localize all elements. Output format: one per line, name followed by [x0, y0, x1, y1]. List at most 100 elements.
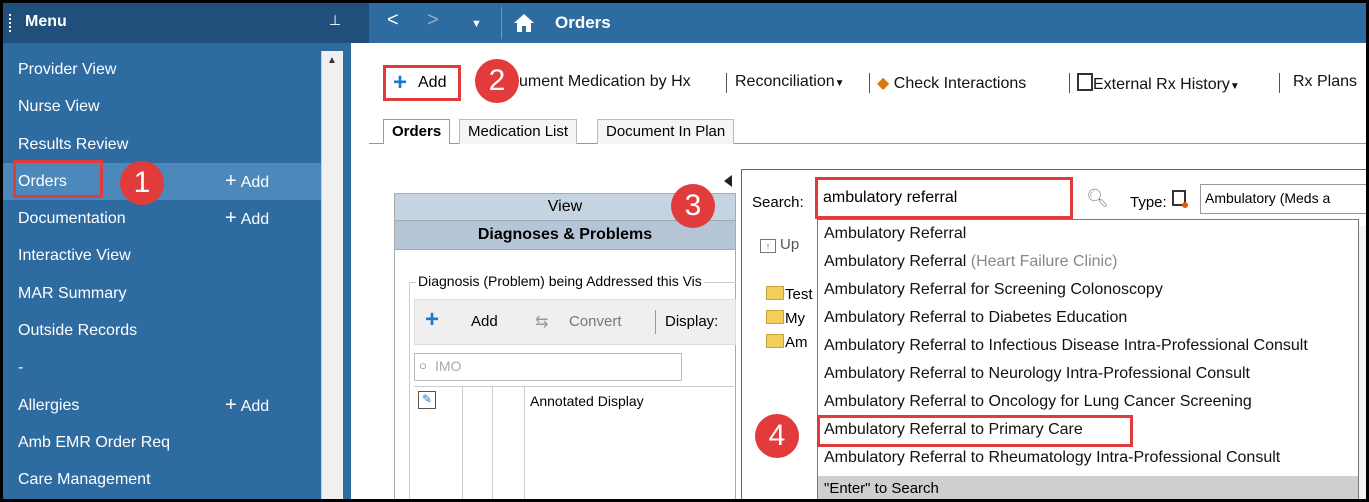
sidebar-item-provider-view[interactable]: Provider View — [3, 51, 321, 88]
folder-up-label: Up — [780, 236, 800, 253]
tab-document-in-plan[interactable]: Document In Plan — [597, 119, 735, 144]
step-badge-3: 3 — [671, 184, 715, 228]
diagnosis-toolbar: + Add ⇆ Convert Display: — [414, 299, 736, 345]
collapse-arrow-icon[interactable] — [724, 175, 732, 187]
folder-label: Test — [785, 286, 813, 303]
imo-placeholder: IMO — [435, 358, 462, 374]
convert-icon: ⇆ — [535, 314, 549, 331]
history-dropdown-icon[interactable]: ▼ — [471, 18, 482, 30]
suggestion-text: Ambulatory Referral for Screening Colono… — [824, 281, 1163, 298]
sidebar-item-allergies[interactable]: Allergies + Add — [3, 387, 321, 424]
add-label: Add — [240, 211, 270, 229]
page-title: Orders — [555, 13, 611, 32]
add-order-label: Add — [418, 74, 447, 91]
sidebar-item-label: Care Management — [18, 471, 151, 489]
divider — [492, 387, 493, 499]
reconciliation-button[interactable]: Reconciliation▼ — [735, 73, 845, 91]
plus-icon: + — [225, 393, 237, 416]
sidebar-item-separator: - — [3, 349, 321, 386]
convert-button[interactable]: Convert — [569, 313, 622, 330]
sidebar-item-label: Nurse View — [18, 98, 100, 116]
search-label: Search: — [752, 194, 804, 211]
divider — [1069, 73, 1070, 93]
plus-icon: + — [393, 69, 408, 96]
diagnosis-group-label: Diagnosis (Problem) being Addressed this… — [416, 273, 704, 289]
folder-icon — [766, 334, 784, 348]
top-bar: < > ▼ Orders — [369, 3, 1366, 43]
search-highlight — [815, 177, 1073, 219]
orders-add-link[interactable]: + Add — [225, 163, 269, 201]
suggestion-item[interactable]: Ambulatory Referral to Infectious Diseas… — [824, 337, 1308, 355]
reconciliation-label: Reconciliation — [735, 73, 835, 90]
divider — [869, 73, 870, 93]
folder-item[interactable]: Am — [766, 334, 808, 351]
folder-item[interactable]: Test — [766, 286, 813, 303]
folder-item[interactable]: My — [766, 310, 805, 327]
sidebar-scrollbar[interactable]: ▲ — [321, 51, 344, 499]
diagnosis-grid-header: ✎ Annotated Display — [414, 386, 734, 499]
document-medication-button[interactable]: ument Medication by Hx — [519, 73, 691, 91]
suggestion-item[interactable]: Ambulatory Referral to Diabetes Educatio… — [824, 309, 1127, 327]
step-badge-1: 1 — [120, 161, 164, 205]
suggestion-subtext: (Heart Failure Clinic) — [970, 253, 1118, 270]
tab-medication-list[interactable]: Medication List — [459, 119, 578, 144]
add-diagnosis-button[interactable]: Add — [471, 313, 498, 330]
forward-arrow-icon[interactable]: > — [427, 9, 439, 32]
scroll-up-icon[interactable]: ▲ — [327, 55, 337, 66]
home-icon[interactable] — [513, 13, 535, 33]
enter-to-search-hint[interactable]: "Enter" to Search — [818, 476, 1358, 499]
suggestion-item[interactable]: Ambulatory Referral to Neurology Intra-P… — [824, 365, 1250, 383]
sidebar-item-nurse-view[interactable]: Nurse View — [3, 88, 321, 125]
step-badge-4: 4 — [755, 414, 799, 458]
caret-down-icon: ▼ — [834, 78, 845, 89]
sidebar-item-interactive-view[interactable]: Interactive View — [3, 237, 321, 274]
pin-icon[interactable]: ⊥ — [329, 12, 341, 29]
search-input[interactable] — [823, 186, 1063, 210]
add-order-button[interactable]: + Add — [383, 65, 461, 101]
sidebar-item-label: Interactive View — [18, 247, 131, 265]
sidebar-item-care-management[interactable]: Care Management — [3, 461, 321, 498]
plus-icon: + — [225, 207, 237, 230]
external-rx-history-button[interactable]: External Rx History▼ — [1077, 73, 1240, 94]
tab-orders[interactable]: Orders — [383, 119, 451, 144]
documentation-add-link[interactable]: + Add — [225, 200, 269, 238]
edit-icon[interactable]: ✎ — [418, 391, 436, 409]
check-interactions-button[interactable]: ◆ Check Interactions — [877, 73, 1026, 93]
imo-search-input[interactable]: ○ IMO — [414, 353, 682, 381]
suggestion-item[interactable]: Ambulatory Referral to Oncology for Lung… — [824, 393, 1252, 411]
suggestion-item[interactable]: Ambulatory Referral — [824, 225, 966, 243]
plus-icon[interactable]: + — [425, 306, 439, 334]
suggestion-text: Ambulatory Referral — [824, 225, 967, 242]
search-suggestions: Ambulatory Referral Ambulatory Referral … — [817, 219, 1359, 499]
type-label: Type: — [1130, 194, 1167, 211]
type-select[interactable]: Ambulatory (Meds a — [1200, 184, 1366, 214]
caret-down-icon: ▼ — [1229, 81, 1240, 92]
suggestion-item[interactable]: Ambulatory Referral to Rheumatology Intr… — [824, 449, 1280, 467]
sidebar-item-mar-summary[interactable]: MAR Summary — [3, 275, 321, 312]
sidebar-item-amb-emr-order-req[interactable]: Amb EMR Order Req — [3, 424, 321, 461]
back-arrow-icon[interactable]: < — [387, 9, 399, 32]
suggestion-text: Ambulatory Referral to Rheumatology Intr… — [824, 449, 1281, 466]
rx-icon — [1077, 73, 1093, 91]
divider — [655, 310, 656, 334]
pill-icon: ◆ — [877, 75, 890, 92]
sidebar-item-outside-records[interactable]: Outside Records — [3, 312, 321, 349]
column-annotated-display[interactable]: Annotated Display — [530, 393, 644, 409]
add-label: Add — [240, 173, 270, 191]
suggestion-text: Ambulatory Referral — [824, 253, 967, 270]
folder-label: My — [785, 310, 805, 327]
search-icon[interactable]: 🔍︎ — [1086, 188, 1109, 209]
app-window: Menu ⊥ Provider View Nurse View Results … — [3, 3, 1366, 499]
suggestion-item[interactable]: Ambulatory Referral for Screening Colono… — [824, 281, 1163, 299]
allergies-add-link[interactable]: + Add — [225, 387, 269, 425]
sidebar-nav: Provider View Nurse View Results Review … — [3, 51, 321, 499]
add-label: Add — [240, 397, 270, 415]
suggestion-item[interactable]: Ambulatory Referral (Heart Failure Clini… — [824, 253, 1117, 271]
diagnosis-group: Diagnosis (Problem) being Addressed this… — [409, 273, 736, 499]
sidebar-item-documentation[interactable]: Documentation + Add — [3, 200, 321, 237]
folder-up-button[interactable]: ↑ Up — [760, 236, 799, 253]
rx-plans-button[interactable]: Rx Plans — [1293, 73, 1357, 91]
sidebar-item-results-review[interactable]: Results Review — [3, 126, 321, 163]
divider — [501, 7, 502, 39]
sidebar-item-label: Outside Records — [18, 322, 138, 340]
